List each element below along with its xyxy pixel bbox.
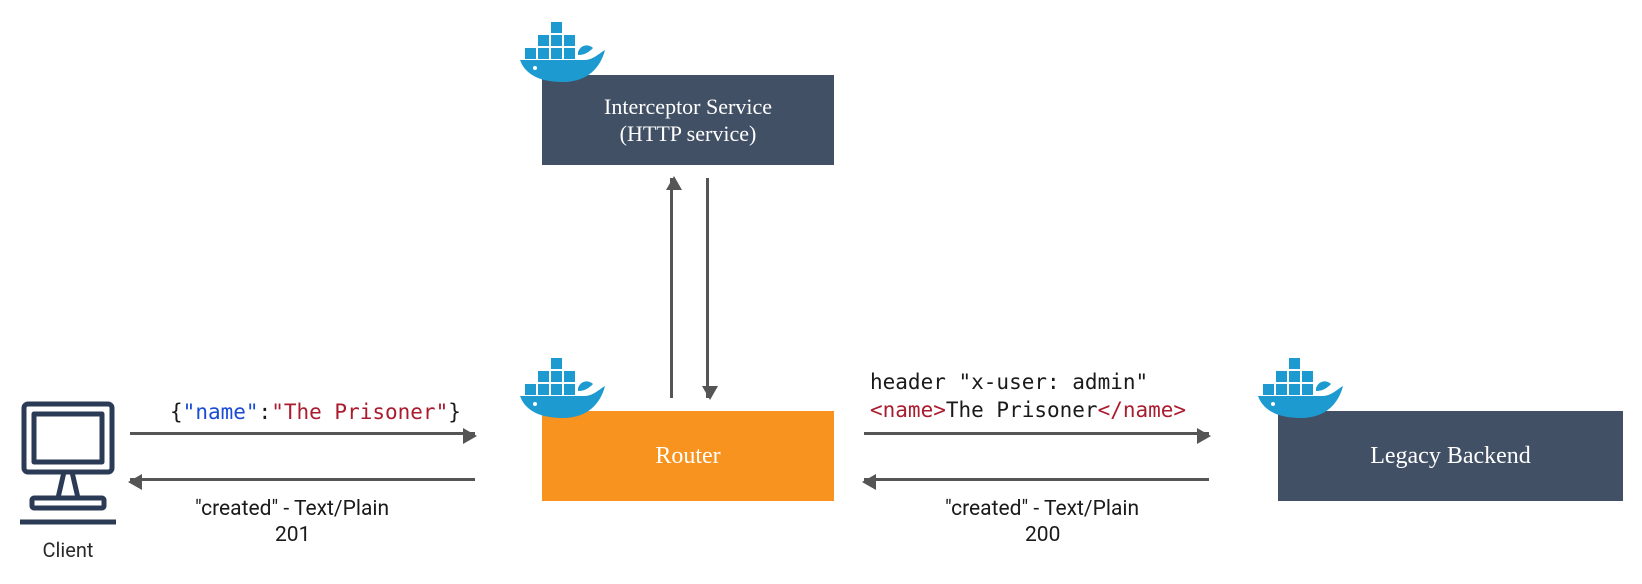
arrow-router-to-client xyxy=(130,478,475,481)
xml-payload-label: <name>The Prisoner</name> xyxy=(870,398,1186,422)
backend-label: Legacy Backend xyxy=(1370,443,1531,470)
response-to-router-code: 200 xyxy=(1025,523,1060,547)
client-label: Client xyxy=(18,538,118,562)
docker-whale-icon xyxy=(1253,358,1343,428)
router-label: Router xyxy=(655,443,720,470)
interceptor-subtitle: (HTTP service) xyxy=(620,121,757,146)
diagram-stage: { "nodes": { "interceptor": { "line1": "… xyxy=(0,0,1642,584)
arrow-router-to-backend xyxy=(864,432,1209,435)
payload-json-label: {"name":"The Prisoner"} xyxy=(170,400,461,424)
response-to-client-code: 201 xyxy=(275,523,310,547)
arrow-backend-to-router xyxy=(864,478,1209,481)
interceptor-title: Interceptor Service xyxy=(604,94,772,119)
docker-whale-icon xyxy=(515,358,605,428)
arrow-client-to-router xyxy=(130,432,475,435)
response-to-client-line1: "created" - Text/Plain xyxy=(195,497,389,521)
arrow-router-to-interceptor xyxy=(670,178,673,398)
docker-whale-icon xyxy=(515,22,605,92)
arrow-interceptor-to-router xyxy=(706,178,709,398)
desktop-computer-icon xyxy=(18,398,118,528)
header-line-label: header "x-user: admin" xyxy=(870,370,1148,394)
response-to-router-line1: "created" - Text/Plain xyxy=(945,497,1139,521)
